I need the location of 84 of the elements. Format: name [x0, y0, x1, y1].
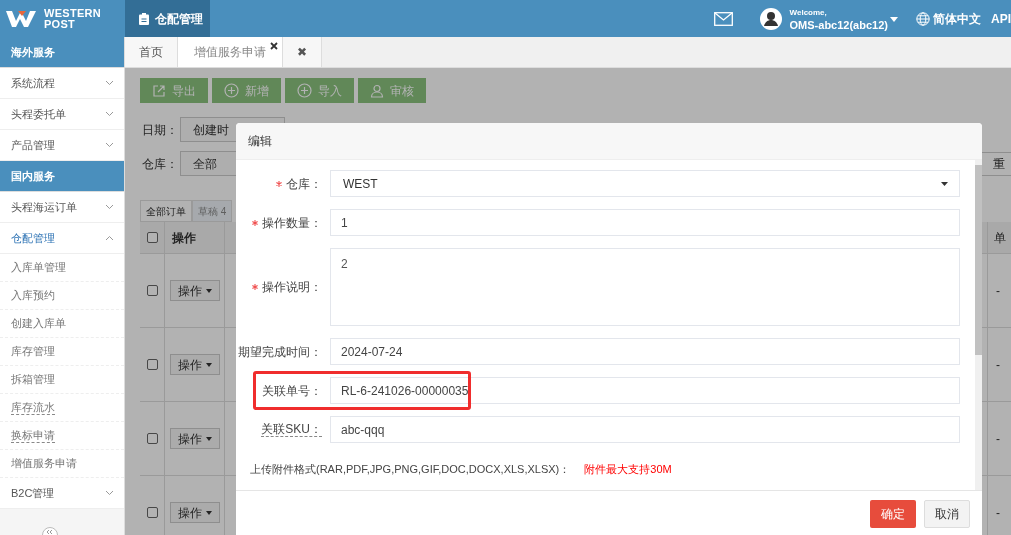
sidebar-item[interactable]: 系统流程 [0, 68, 124, 99]
logo-text: WESTERN [44, 7, 101, 19]
action-dropdown[interactable]: 操作 [169, 428, 220, 449]
mail-icon[interactable] [713, 11, 733, 26]
filter-label: 仓库： [141, 155, 179, 173]
chevron-icon [105, 80, 114, 86]
input-field[interactable]: RL-6-241026-00000035 [330, 377, 960, 404]
table-cell-text: - [996, 356, 1000, 374]
checkbox[interactable] [146, 232, 158, 243]
welcome-text: Welcome, [789, 6, 828, 19]
chevron-icon [105, 111, 114, 117]
api-link[interactable]: API [991, 9, 1011, 28]
action-dropdown[interactable]: 操作 [169, 280, 220, 301]
sidebar-subitem[interactable]: 拆箱管理 [0, 366, 124, 394]
caret-icon [205, 362, 212, 367]
page-tab[interactable]: 增值服务申请 [178, 37, 283, 67]
caret-icon [205, 510, 212, 515]
dialog-button[interactable]: 取消 [924, 500, 970, 528]
upload-limit: 附件最大支持30M [584, 462, 672, 477]
sidebar-section: 国内服务 [0, 161, 124, 192]
share-icon [152, 83, 166, 98]
user-icon [370, 83, 384, 98]
plus-circle-icon [297, 83, 312, 98]
input-field[interactable]: abc-qqq [330, 416, 960, 443]
module-tab[interactable]: 仓配管理 [125, 0, 210, 37]
order-tab[interactable]: 全部订单 [140, 200, 192, 222]
action-dropdown[interactable]: 操作 [169, 502, 220, 523]
chevron-icon [105, 490, 114, 496]
table-cell-text: - [996, 504, 1000, 522]
avatar-icon[interactable] [759, 7, 782, 30]
page-tab[interactable]: ✖ [283, 37, 322, 67]
logo-icon [6, 8, 38, 29]
input-field[interactable]: 1 [330, 209, 960, 236]
user-name[interactable]: OMS-abc12(abc12) [789, 18, 888, 32]
caret-icon [205, 288, 212, 293]
field-label: 关联SKU： [261, 422, 322, 437]
chevron-icon [105, 204, 114, 210]
filter-label: 日期： [141, 121, 179, 139]
sidebar-item[interactable]: 头程委托单 [0, 99, 124, 130]
field-label: 操作数量： [262, 214, 322, 232]
sidebar-subitem[interactable]: 入库单管理 [0, 254, 124, 282]
text-area[interactable]: 2 [330, 248, 960, 326]
page-tab[interactable]: 首页 [125, 37, 178, 67]
sidebar-subitem[interactable]: 库存管理 [0, 338, 124, 366]
sidebar-subitem[interactable]: 入库预约 [0, 282, 124, 310]
action-dropdown[interactable]: 操作 [169, 354, 220, 375]
caret-icon [941, 181, 948, 186]
table-cell-text: - [996, 282, 1000, 300]
logo-text: POST [44, 18, 77, 30]
sidebar-section: 海外服务 [0, 37, 124, 68]
checkbox[interactable] [146, 359, 158, 370]
checkbox[interactable] [146, 285, 158, 296]
sidebar-item[interactable]: B2C管理 [0, 478, 124, 509]
caret-icon[interactable] [890, 17, 898, 22]
select-field[interactable]: WEST [330, 170, 960, 197]
collapse-icon[interactable] [42, 527, 58, 535]
clipboard-icon [139, 12, 149, 25]
scrollbar[interactable] [975, 160, 982, 490]
sidebar-subitem[interactable]: 创建入库单 [0, 310, 124, 338]
sidebar-subitem[interactable]: 换标申请 [0, 422, 124, 450]
input-field[interactable]: 2024-07-24 [330, 338, 960, 365]
chevron-icon [105, 235, 114, 241]
field-label: 期望完成时间： [238, 343, 322, 361]
checkbox[interactable] [146, 433, 158, 444]
sidebar-item[interactable]: 仓配管理 [0, 223, 124, 254]
plus-circle-icon [224, 83, 239, 98]
sidebar-item[interactable]: 产品管理 [0, 130, 124, 161]
dialog-button[interactable]: 确定 [870, 500, 916, 528]
column-header: 操作 [165, 222, 225, 253]
field-label: 关联单号： [262, 382, 322, 400]
field-label: 仓库： [286, 175, 322, 193]
checkbox[interactable] [146, 507, 158, 518]
table-cell-text: - [996, 430, 1000, 448]
chevron-icon [105, 142, 114, 148]
globe-icon [916, 11, 930, 26]
upload-note: 上传附件格式(RAR,PDF,JPG,PNG,GIF,DOC,DOCX,XLS,XLSX)： [250, 462, 571, 477]
sidebar-item[interactable]: 头程海运订单 [0, 192, 124, 223]
close-icon[interactable] [270, 42, 278, 50]
sidebar-subitem[interactable]: 库存流水 [0, 394, 124, 422]
sidebar-subitem[interactable]: 增值服务申请 [0, 450, 124, 478]
caret-icon [205, 436, 212, 441]
language-selector[interactable]: 简体中文 [933, 9, 981, 28]
field-label: 操作说明： [262, 279, 322, 296]
column-header: 单 [994, 229, 1006, 247]
